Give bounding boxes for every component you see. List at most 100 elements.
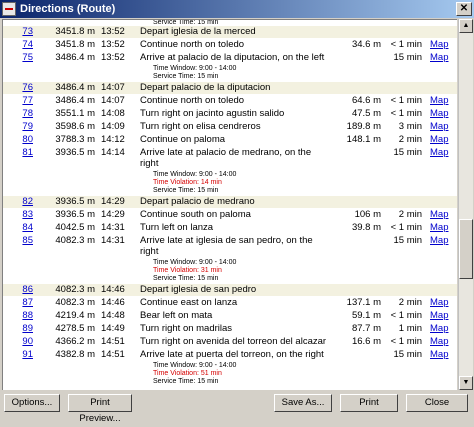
direction-row-90: 90 4366.2 m 14:51 Turn right on avenida …: [3, 336, 457, 348]
cumulative-distance: 4082.3 m: [55, 297, 95, 308]
cumulative-distance: 3598.6 m: [55, 121, 95, 132]
step-link[interactable]: 83: [7, 209, 33, 221]
segment-distance: 39.8 m: [351, 222, 381, 233]
direction-row-86: 86 4082.3 m 14:46 Depart iglesia de san …: [3, 284, 457, 296]
step-link[interactable]: 73: [7, 26, 33, 38]
step-link[interactable]: 84: [7, 222, 33, 234]
direction-row-82: 82 3936.5 m 14:29 Depart palacio de medr…: [3, 196, 457, 208]
options-button[interactable]: Options...: [4, 394, 60, 412]
window-app-icon: [2, 2, 16, 16]
step-link[interactable]: 82: [7, 196, 33, 208]
description: Depart palacio de medrano: [140, 196, 255, 207]
close-window-button[interactable]: ✕: [456, 2, 472, 16]
segment-distance: 148.1 m: [346, 134, 381, 145]
scroll-down-arrow-icon[interactable]: ▼: [459, 376, 473, 390]
close-button[interactable]: Close: [406, 394, 468, 412]
step-link[interactable]: 76: [7, 82, 33, 94]
note-service-time: Service Time: 15 min: [153, 187, 219, 194]
scroll-up-arrow-icon[interactable]: ▲: [459, 19, 473, 33]
segment-distance: 106 m: [354, 209, 381, 220]
step-link[interactable]: 87: [7, 297, 33, 309]
button-bar: Options... Print Preview... Save As... P…: [0, 390, 474, 424]
duration: 2 min: [398, 297, 422, 308]
cumulative-distance: 4382.8 m: [55, 349, 95, 360]
step-link[interactable]: 79: [7, 121, 33, 133]
description: Bear left on mata: [140, 310, 213, 321]
cumulative-distance: 4082.3 m: [55, 284, 95, 295]
cumulative-distance: 3486.4 m: [55, 82, 95, 93]
direction-row-75: 75 3486.4 m 13:52 Arrive at palacio de l…: [3, 52, 457, 64]
duration: < 1 min: [390, 310, 422, 321]
step-link[interactable]: 90: [7, 336, 33, 348]
step-link[interactable]: 86: [7, 284, 33, 296]
cumulative-distance: 4278.5 m: [55, 323, 95, 334]
map-link[interactable]: Map: [430, 134, 448, 146]
description-continued: right: [3, 158, 457, 170]
direction-row-74: 74 3451.8 m 13:52 Continue north on tole…: [3, 39, 457, 51]
cumulative-distance: 3451.8 m: [55, 26, 95, 37]
map-link[interactable]: Map: [430, 108, 448, 120]
map-link[interactable]: Map: [430, 39, 448, 51]
description-line-2: right: [140, 158, 159, 169]
duration: 1 min: [398, 323, 422, 334]
description: Depart iglesia de san pedro: [140, 284, 257, 295]
description: Turn right on madrilas: [140, 323, 233, 334]
step-link[interactable]: 88: [7, 310, 33, 322]
description: Depart palacio de la diputacion: [140, 82, 271, 93]
print-preview-button[interactable]: Print Preview...: [68, 394, 132, 424]
print-button[interactable]: Print: [340, 394, 398, 412]
time: 14:29: [101, 196, 125, 207]
time: 14:48: [101, 310, 125, 321]
note-service-time: Service Time: 15 min: [153, 73, 219, 80]
map-link[interactable]: Map: [430, 95, 448, 107]
map-link[interactable]: Map: [430, 222, 448, 234]
step-link[interactable]: 80: [7, 134, 33, 146]
note-service-time: Service Time: 15 min: [153, 378, 219, 385]
cumulative-distance: 3936.5 m: [55, 196, 95, 207]
map-link[interactable]: Map: [430, 52, 448, 64]
map-link[interactable]: Map: [430, 310, 448, 322]
map-link[interactable]: Map: [430, 336, 448, 348]
segment-distance: 16.6 m: [351, 336, 381, 347]
save-as-button[interactable]: Save As...: [274, 394, 332, 412]
direction-row-77: 77 3486.4 m 14:07 Continue north on tole…: [3, 95, 457, 107]
window-title: Directions (Route): [20, 3, 116, 15]
description-line-2: right: [140, 246, 159, 257]
duration: 15 min: [393, 349, 422, 360]
time: 13:52: [101, 52, 125, 63]
step-link[interactable]: 91: [7, 349, 33, 361]
scroll-thumb[interactable]: [459, 219, 473, 279]
map-link[interactable]: Map: [430, 349, 448, 361]
segment-distance: 87.7 m: [351, 323, 381, 334]
step-link[interactable]: 74: [7, 39, 33, 51]
description: Continue north on toledo: [140, 39, 245, 50]
description: Arrive late at puerta del torreon, on th…: [140, 349, 324, 360]
time: 14:46: [101, 284, 125, 295]
step-link[interactable]: 89: [7, 323, 33, 335]
segment-distance: 47.5 m: [351, 108, 381, 119]
time: 14:07: [101, 95, 125, 106]
direction-row-84: 84 4042.5 m 14:31 Turn left on lanza 39.…: [3, 222, 457, 234]
vertical-scrollbar[interactable]: ▲ ▼: [458, 19, 473, 390]
description: Continue on paloma: [140, 134, 226, 145]
step-link[interactable]: 77: [7, 95, 33, 107]
description: Turn right on elisa cendreros: [140, 121, 261, 132]
step-link[interactable]: 78: [7, 108, 33, 120]
time: 14:29: [101, 209, 125, 220]
map-link[interactable]: Map: [430, 323, 448, 335]
description: Turn left on lanza: [140, 222, 214, 233]
description: Turn right on avenida del torreon del al…: [140, 336, 327, 347]
cumulative-distance: 4366.2 m: [55, 336, 95, 347]
time: 14:31: [101, 222, 125, 233]
map-link[interactable]: Map: [430, 297, 448, 309]
description: Continue south on paloma: [140, 209, 251, 220]
cumulative-distance: 3551.1 m: [55, 108, 95, 119]
direction-row-79: 79 3598.6 m 14:09 Turn right on elisa ce…: [3, 121, 457, 133]
map-link[interactable]: Map: [430, 121, 448, 133]
step-link[interactable]: 75: [7, 52, 33, 64]
segment-distance: 189.8 m: [346, 121, 381, 132]
duration: 2 min: [398, 209, 422, 220]
description: Turn right on jacinto agustin salido: [140, 108, 285, 119]
time: 14:08: [101, 108, 125, 119]
map-link[interactable]: Map: [430, 209, 448, 221]
